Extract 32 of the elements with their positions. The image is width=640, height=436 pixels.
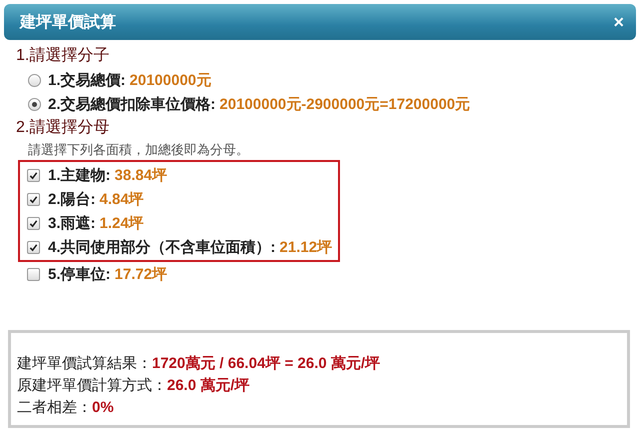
section-heading: 2.請選擇分母 — [16, 118, 110, 138]
radio-button[interactable] — [28, 98, 41, 110]
hint-text: 請選擇下列各面積，加總後即為分母。 — [27, 141, 250, 159]
close-button[interactable]: × — [609, 13, 628, 31]
result-label: 建坪單價試算結果： — [17, 355, 152, 372]
checkbox[interactable] — [27, 192, 40, 206]
result-value: 1720萬元 / 66.04坪 = 26.0 萬元/坪 — [152, 355, 380, 372]
item-label: 4.共同使用部分（不含車位面積）: — [48, 238, 276, 256]
item-label: 1.主建物: — [48, 166, 111, 184]
checkbox[interactable] — [27, 216, 40, 230]
result-label: 二者相差： — [17, 399, 92, 416]
checkbox[interactable] — [27, 240, 40, 254]
item-value: 38.84坪 — [114, 166, 168, 184]
item-label: 5.停車位: — [48, 264, 111, 284]
result-label: 原建坪單價計算方式： — [17, 377, 167, 394]
item-value: 1.24坪 — [100, 214, 144, 232]
option-value: 20100000元 — [130, 70, 212, 90]
item-value: 17.72坪 — [114, 264, 168, 284]
item-value: 4.84坪 — [100, 190, 144, 208]
option-label: 2.交易總價扣除車位價格: — [48, 94, 216, 114]
item-value: 21.12坪 — [280, 238, 332, 256]
section-heading: 1.請選擇分子 — [16, 46, 110, 66]
checkbox[interactable] — [27, 168, 40, 182]
item-label: 2.陽台: — [48, 190, 96, 208]
radio-button[interactable] — [28, 74, 41, 86]
result-value: 0% — [92, 399, 114, 416]
option-value: 20100000元-2900000元=17200000元 — [220, 94, 470, 114]
window-title: 建坪單價試算 — [20, 12, 116, 32]
result-value: 26.0 萬元/坪 — [167, 377, 250, 394]
option-label: 1.交易總價: — [48, 70, 126, 90]
checkbox[interactable] — [27, 268, 40, 280]
item-label: 3.雨遮: — [48, 214, 96, 232]
